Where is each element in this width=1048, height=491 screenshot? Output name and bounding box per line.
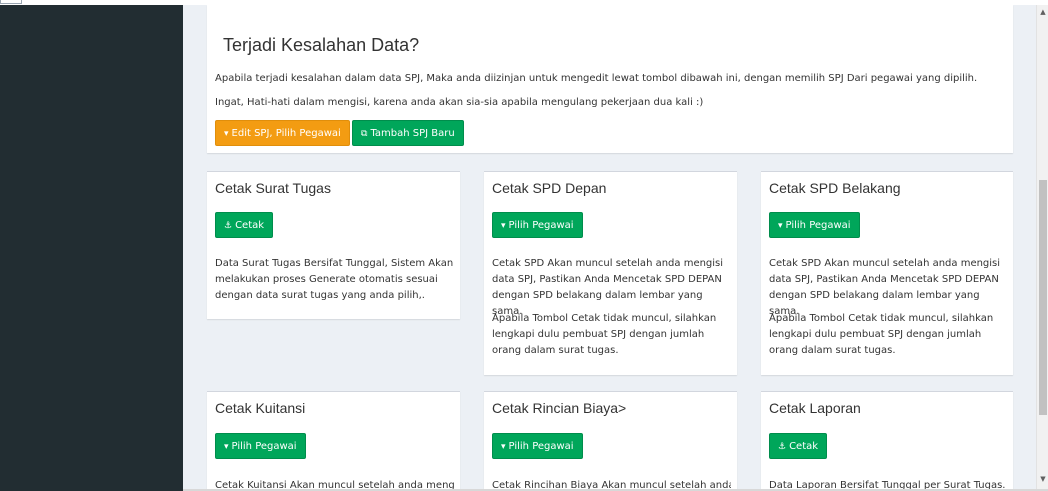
- card-cetak-kuitansi: Cetak Kuitansi ▾ Pilih Pegawai Cetak Kuit…: [207, 391, 460, 491]
- button-label: Cetak: [235, 220, 265, 231]
- card-title: Cetak Laporan: [769, 400, 861, 416]
- caret-down-icon: ▾: [224, 442, 229, 452]
- caret-down-icon: ▾: [224, 129, 229, 139]
- card-title: Cetak SPD Belakang: [769, 180, 901, 196]
- card-cetak-rincian-biaya: Cetak Rincian Biaya> ▾ Pilih Pegawai Ceta…: [484, 391, 737, 491]
- scrollbar-thumb[interactable]: [1039, 180, 1047, 415]
- cetak-laporan-button[interactable]: ⚓ Cetak: [769, 433, 828, 459]
- instruction-text: Apabila terjadi kesalahan dalam data SPJ…: [215, 73, 978, 84]
- copy-icon: ⧉: [361, 129, 368, 139]
- pilih-pegawai-button[interactable]: ▾ Pilih Pegawai: [769, 212, 860, 238]
- scroll-down-arrow-icon[interactable]: ▼: [1039, 475, 1047, 483]
- warning-text: Ingat, Hati-hati dalam mengisi, karena a…: [215, 97, 704, 108]
- button-label: Pilih Pegawai: [508, 220, 574, 231]
- add-spj-label: Tambah SPJ Baru: [370, 128, 455, 139]
- pilih-pegawai-button[interactable]: ▾ Pilih Pegawai: [492, 433, 583, 459]
- card-description: Data Surat Tugas Bersifat Tunggal, Siste…: [215, 258, 454, 301]
- button-label: Pilih Pegawai: [231, 441, 297, 452]
- button-label: Cetak: [789, 441, 819, 452]
- card-cetak-surat-tugas: Cetak Surat Tugas ⚓ Cetak Data Surat Tuga…: [207, 171, 460, 319]
- anchor-icon: ⚓: [778, 442, 787, 452]
- pilih-pegawai-button[interactable]: ▾ Pilih Pegawai: [492, 212, 583, 238]
- sidebar: [0, 5, 183, 491]
- caret-down-icon: ▾: [501, 221, 506, 231]
- cetak-surat-tugas-button[interactable]: ⚓ Cetak: [215, 212, 274, 238]
- edit-spj-label: Edit SPJ, Pilih Pegawai: [231, 128, 341, 139]
- vertical-scrollbar[interactable]: ▲ ▼: [1036, 5, 1048, 489]
- caret-down-icon: ▾: [778, 221, 783, 231]
- edit-spj-button[interactable]: ▾ Edit SPJ, Pilih Pegawai: [215, 120, 350, 146]
- button-label: Pilih Pegawai: [508, 441, 574, 452]
- card-cetak-spd-belakang: Cetak SPD Belakang ▾ Pilih Pegawai Cetak …: [761, 171, 1013, 375]
- window-icon: [0, 0, 22, 4]
- panel-title: Terjadi Kesalahan Data?: [223, 35, 420, 55]
- scroll-up-arrow-icon[interactable]: ▲: [1039, 8, 1047, 16]
- add-spj-button[interactable]: ⧉ Tambah SPJ Baru: [352, 120, 464, 146]
- main-content: Terjadi Kesalahan Data? Apabila terjadi …: [183, 5, 1036, 491]
- card-title: Cetak Kuitansi: [215, 400, 306, 416]
- card-title: Cetak Rincian Biaya>: [492, 400, 627, 416]
- caret-down-icon: ▾: [501, 442, 506, 452]
- button-label: Pilih Pegawai: [785, 220, 851, 231]
- card-cetak-spd-depan: Cetak SPD Depan ▾ Pilih Pegawai Cetak SPD…: [484, 171, 737, 375]
- anchor-icon: ⚓: [224, 221, 233, 231]
- data-error-panel: Terjadi Kesalahan Data? Apabila terjadi …: [207, 5, 1013, 153]
- pilih-pegawai-button[interactable]: ▾ Pilih Pegawai: [215, 433, 306, 459]
- card-title: Cetak Surat Tugas: [215, 180, 331, 196]
- card-note: Apabila Tombol Cetak tidak muncul, silah…: [769, 313, 994, 356]
- card-title: Cetak SPD Depan: [492, 180, 607, 196]
- card-cetak-laporan: Cetak Laporan ⚓ Cetak Data Laporan Bersif…: [761, 391, 1013, 491]
- card-note: Apabila Tombol Cetak tidak muncul, silah…: [492, 313, 717, 356]
